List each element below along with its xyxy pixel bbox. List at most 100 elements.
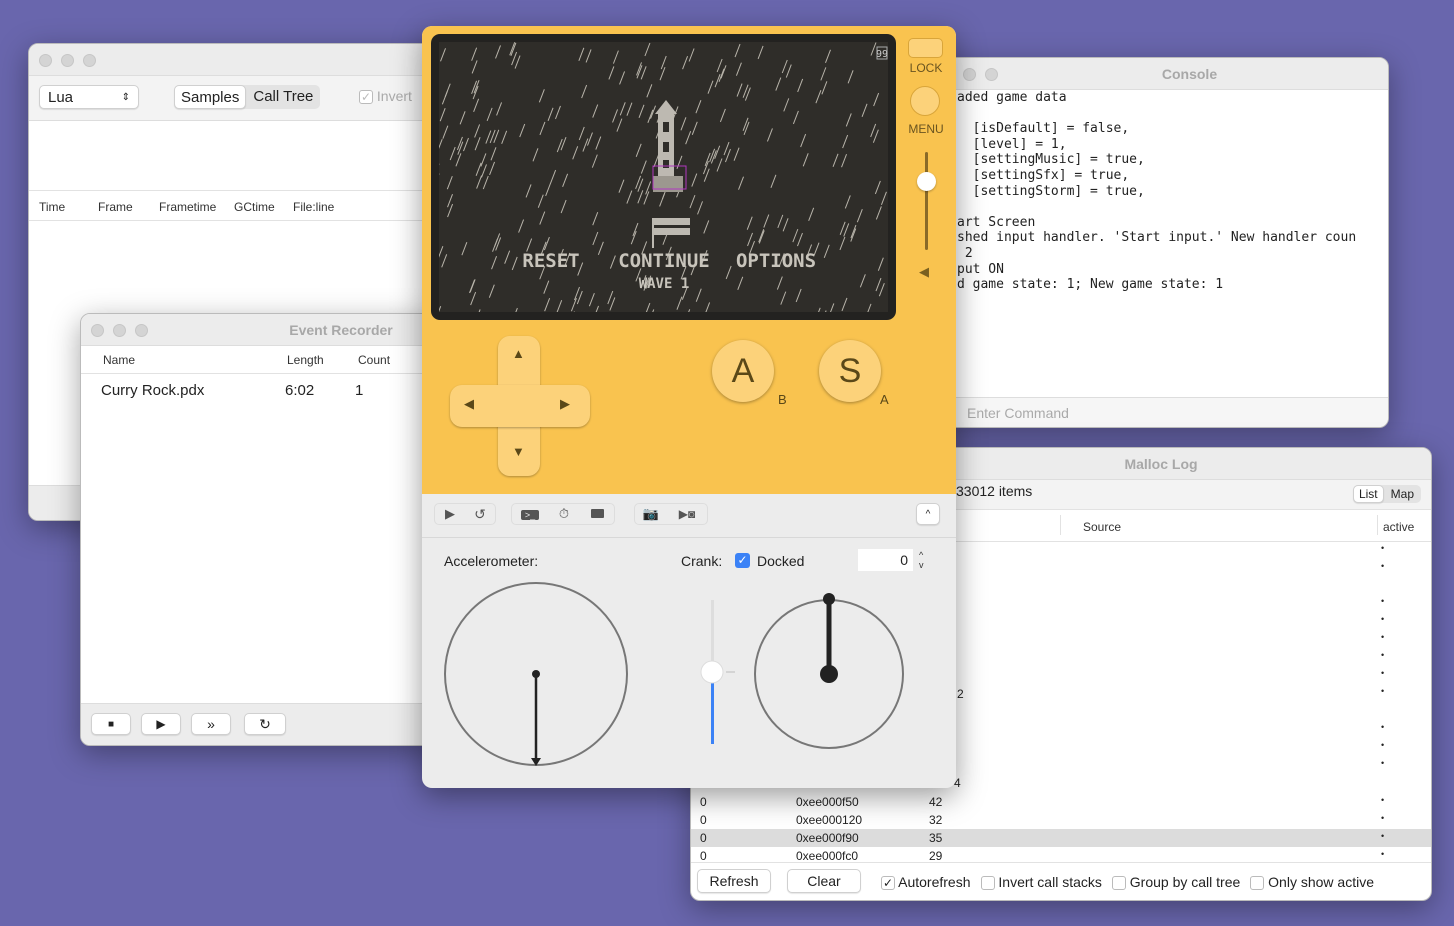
table-row[interactable]: Curry Rock.pdx 6:02 1 (81, 374, 439, 404)
raindrop (618, 179, 625, 193)
raindrop (659, 66, 666, 81)
clear-button[interactable]: Clear (787, 869, 861, 893)
option-checkbox[interactable]: Only show active (1250, 874, 1374, 891)
tab-map[interactable]: Map (1384, 485, 1421, 503)
lock-button[interactable] (908, 38, 943, 58)
tab-call-tree[interactable]: Call Tree (246, 85, 320, 109)
language-select[interactable]: Lua ⇕ (39, 85, 139, 109)
tab-list[interactable]: List (1352, 485, 1384, 503)
raindrop (471, 47, 478, 61)
crank-stepper[interactable]: ^ v (919, 550, 924, 570)
refresh-button[interactable]: Refresh (697, 869, 771, 893)
raindrop (775, 77, 782, 91)
screenshot-icon[interactable]: 📷 (635, 504, 667, 524)
column-count[interactable]: Count (358, 353, 390, 367)
s-button[interactable]: S (819, 340, 881, 402)
raindrop (588, 292, 595, 307)
fast-forward-button[interactable]: » (191, 713, 231, 735)
play-icon[interactable]: ▶ (435, 504, 465, 524)
raindrop (608, 66, 615, 80)
play-button[interactable]: ▶ (141, 713, 181, 735)
raindrop (635, 143, 642, 158)
console-line: [settingStorm] = true, (957, 183, 1145, 199)
view-segmented: Samples Call Tree (174, 85, 321, 109)
docked-checkbox[interactable]: ✓ (735, 553, 750, 568)
collapse-button[interactable]: ^ (916, 503, 940, 525)
record-icon[interactable]: ▶◙ (667, 504, 707, 524)
raindrop (609, 255, 616, 269)
dpad-left-icon[interactable]: ◀ (464, 396, 474, 412)
raindrop (688, 48, 695, 62)
raindrop (843, 223, 850, 237)
raindrop (685, 131, 692, 145)
zoom-button[interactable] (135, 324, 148, 337)
game-screen[interactable]: 99 RESET CONTINUE OPTIONS WAVE 1 (431, 34, 896, 320)
volume-slider[interactable] (917, 152, 936, 250)
console-icon[interactable]: >_ (512, 504, 548, 524)
table-row[interactable]: 0 0xee000f90 35 • (691, 829, 1431, 847)
column-source[interactable]: Source (1083, 520, 1121, 534)
raindrop (845, 113, 852, 127)
minimize-button[interactable] (61, 54, 74, 67)
column-gctime[interactable]: GCtime (234, 200, 275, 214)
raindrop (688, 309, 691, 312)
column-active[interactable]: active (1383, 520, 1414, 534)
raindrop (780, 291, 787, 305)
event-recorder-window: Event Recorder Name Length Count Curry R… (80, 313, 440, 746)
active-marker: • (1381, 758, 1385, 768)
loop-button[interactable]: ↻ (244, 713, 286, 735)
dpad[interactable]: ▲ ▼ ◀ ▶ (450, 336, 590, 476)
raindrop (716, 158, 723, 172)
active-marker: • (1381, 561, 1385, 571)
option-checkbox[interactable]: Group by call tree (1111, 874, 1240, 891)
raindrop (640, 66, 647, 80)
raindrop (676, 296, 683, 310)
invert-checkbox[interactable]: ✓ Invert (359, 88, 412, 105)
console-line: [isDefault] = false, (957, 121, 1130, 137)
tab-samples[interactable]: Samples (174, 85, 247, 109)
raindrop (474, 124, 481, 138)
minimize-button[interactable] (963, 68, 976, 81)
active-marker: • (1381, 668, 1385, 678)
console-output[interactable]: aded game data [isDefault] = false, [lev… (957, 90, 1356, 293)
raindrop (442, 125, 449, 139)
command-input[interactable]: Enter Command (931, 397, 1388, 427)
raindrop (720, 65, 727, 79)
raindrop (562, 173, 569, 188)
table-row[interactable]: 0 0xee000120 32 • (691, 811, 1431, 829)
active-marker: • (1381, 686, 1385, 696)
raindrop (695, 288, 702, 302)
crank-speed-slider[interactable] (700, 660, 724, 684)
stop-button[interactable]: ■ (91, 713, 131, 735)
raindrop (555, 105, 561, 120)
raindrop (758, 229, 765, 243)
raindrop (538, 89, 545, 103)
recordings-header: Name Length Count (81, 346, 439, 374)
zoom-button[interactable] (83, 54, 96, 67)
column-name[interactable]: Name (103, 353, 135, 367)
close-button[interactable] (39, 54, 52, 67)
restart-icon[interactable]: ↺ (465, 504, 495, 524)
column-length[interactable]: Length (287, 353, 324, 367)
raindrop (471, 60, 478, 74)
a-button[interactable]: A (712, 340, 774, 402)
column-frame[interactable]: Frame (98, 200, 133, 214)
dpad-down-icon[interactable]: ▼ (512, 444, 525, 459)
close-button[interactable] (91, 324, 104, 337)
column-file-line[interactable]: File:line (293, 200, 334, 214)
dpad-up-icon[interactable]: ▲ (512, 346, 525, 361)
option-checkbox[interactable]: ✓ Autorefresh (881, 874, 971, 891)
column-time[interactable]: Time (39, 200, 65, 214)
stopwatch-icon[interactable]: ⏱ (548, 504, 580, 524)
crank-angle-field[interactable]: 0 (858, 549, 913, 571)
option-checkbox[interactable]: Invert call stacks (980, 874, 1102, 891)
dpad-right-icon[interactable]: ▶ (560, 396, 570, 412)
column-frametime[interactable]: Frametime (159, 200, 216, 214)
menu-button[interactable] (910, 86, 940, 116)
minimize-button[interactable] (113, 324, 126, 337)
raindrop (747, 232, 753, 247)
raindrop (781, 59, 788, 74)
raindrop (459, 111, 466, 125)
table-row[interactable]: 0 0xee000f50 42 • (691, 793, 1431, 811)
memory-chip-icon[interactable] (580, 504, 614, 524)
